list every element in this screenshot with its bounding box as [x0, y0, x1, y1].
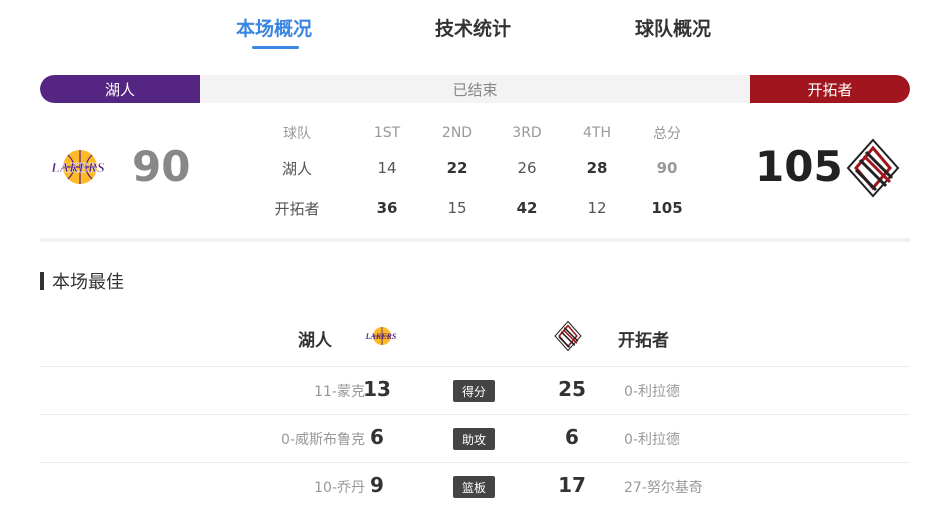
home-stat-value: 6: [370, 425, 384, 449]
away-player-name[interactable]: 27-努尔基奇: [624, 477, 703, 497]
lakers-logo-icon: LAKERS: [46, 145, 110, 189]
row-team-name: 开拓者: [274, 199, 320, 218]
row-team-name: 湖人: [281, 159, 312, 178]
best-row-rebounds: 10-乔丹 9 篮板 17 27-努尔基奇: [40, 462, 910, 510]
home-q2: 22: [446, 159, 468, 177]
svg-text:LAKERS: LAKERS: [50, 161, 105, 176]
best-section-title: 本场最佳: [40, 270, 124, 293]
away-q2: 15: [447, 199, 467, 217]
title-bar: [40, 272, 44, 290]
home-total: 90: [656, 159, 678, 177]
active-tab-indicator: [252, 46, 299, 49]
home-q1: 14: [377, 159, 397, 177]
blazers-logo-icon: [846, 138, 900, 198]
stat-label-badge: 篮板: [453, 476, 495, 498]
home-q4: 28: [586, 159, 608, 177]
home-stat-value: 9: [370, 473, 384, 497]
header-q3: 3RD: [512, 125, 542, 141]
best-home-team: 湖人: [298, 331, 332, 351]
away-player-name[interactable]: 0-利拉德: [624, 381, 680, 401]
tab-team-overview[interactable]: 球队概况: [635, 14, 711, 41]
best-title-text: 本场最佳: [52, 272, 124, 293]
tab-overview[interactable]: 本场概况: [236, 14, 312, 41]
away-stat-value: 25: [558, 377, 586, 401]
tab-tech-stats[interactable]: 技术统计: [435, 14, 511, 41]
away-q4: 12: [587, 199, 607, 217]
blazers-logo-small-icon: [554, 320, 582, 352]
tab-bar: 本场概况 技术统计 球队概况: [0, 0, 931, 60]
section-divider: [40, 238, 910, 242]
home-total-score: 90: [132, 142, 191, 191]
home-player-name[interactable]: 0-威斯布鲁克: [281, 429, 365, 449]
best-row-assists: 0-威斯布鲁克 6 助攻 6 0-利拉德: [40, 414, 910, 462]
home-q3: 26: [517, 159, 537, 177]
stat-label-badge: 得分: [453, 380, 495, 402]
stat-label-badge: 助攻: [453, 428, 495, 450]
away-player-name[interactable]: 0-利拉德: [624, 429, 680, 449]
best-away-team: 开拓者: [618, 331, 669, 351]
header-q2: 2ND: [441, 125, 473, 141]
away-total: 105: [651, 199, 683, 217]
away-team-pill: 开拓者: [750, 75, 910, 103]
header-total: 总分: [653, 126, 681, 142]
header-team: 球队: [283, 126, 311, 142]
away-q1: 36: [376, 199, 398, 217]
home-player-name[interactable]: 10-乔丹: [314, 477, 365, 497]
lakers-logo-small-icon: LAKERS: [364, 324, 398, 348]
away-q3: 42: [516, 199, 538, 217]
home-team-pill: 湖人: [40, 75, 200, 103]
home-stat-value: 13: [363, 377, 391, 401]
away-total-score: 105: [755, 142, 843, 191]
best-row-points: 11-蒙克 13 得分 25 0-利拉德: [40, 366, 910, 414]
game-status-bar: 湖人 已结束 开拓者: [40, 75, 910, 103]
away-stat-value: 17: [558, 473, 586, 497]
svg-text:LAKERS: LAKERS: [365, 332, 397, 341]
header-q4: 4TH: [583, 125, 611, 141]
home-player-name[interactable]: 11-蒙克: [314, 381, 365, 401]
game-status-text: 已结束: [452, 80, 498, 99]
away-stat-value: 6: [565, 425, 579, 449]
header-q1: 1ST: [373, 125, 401, 141]
